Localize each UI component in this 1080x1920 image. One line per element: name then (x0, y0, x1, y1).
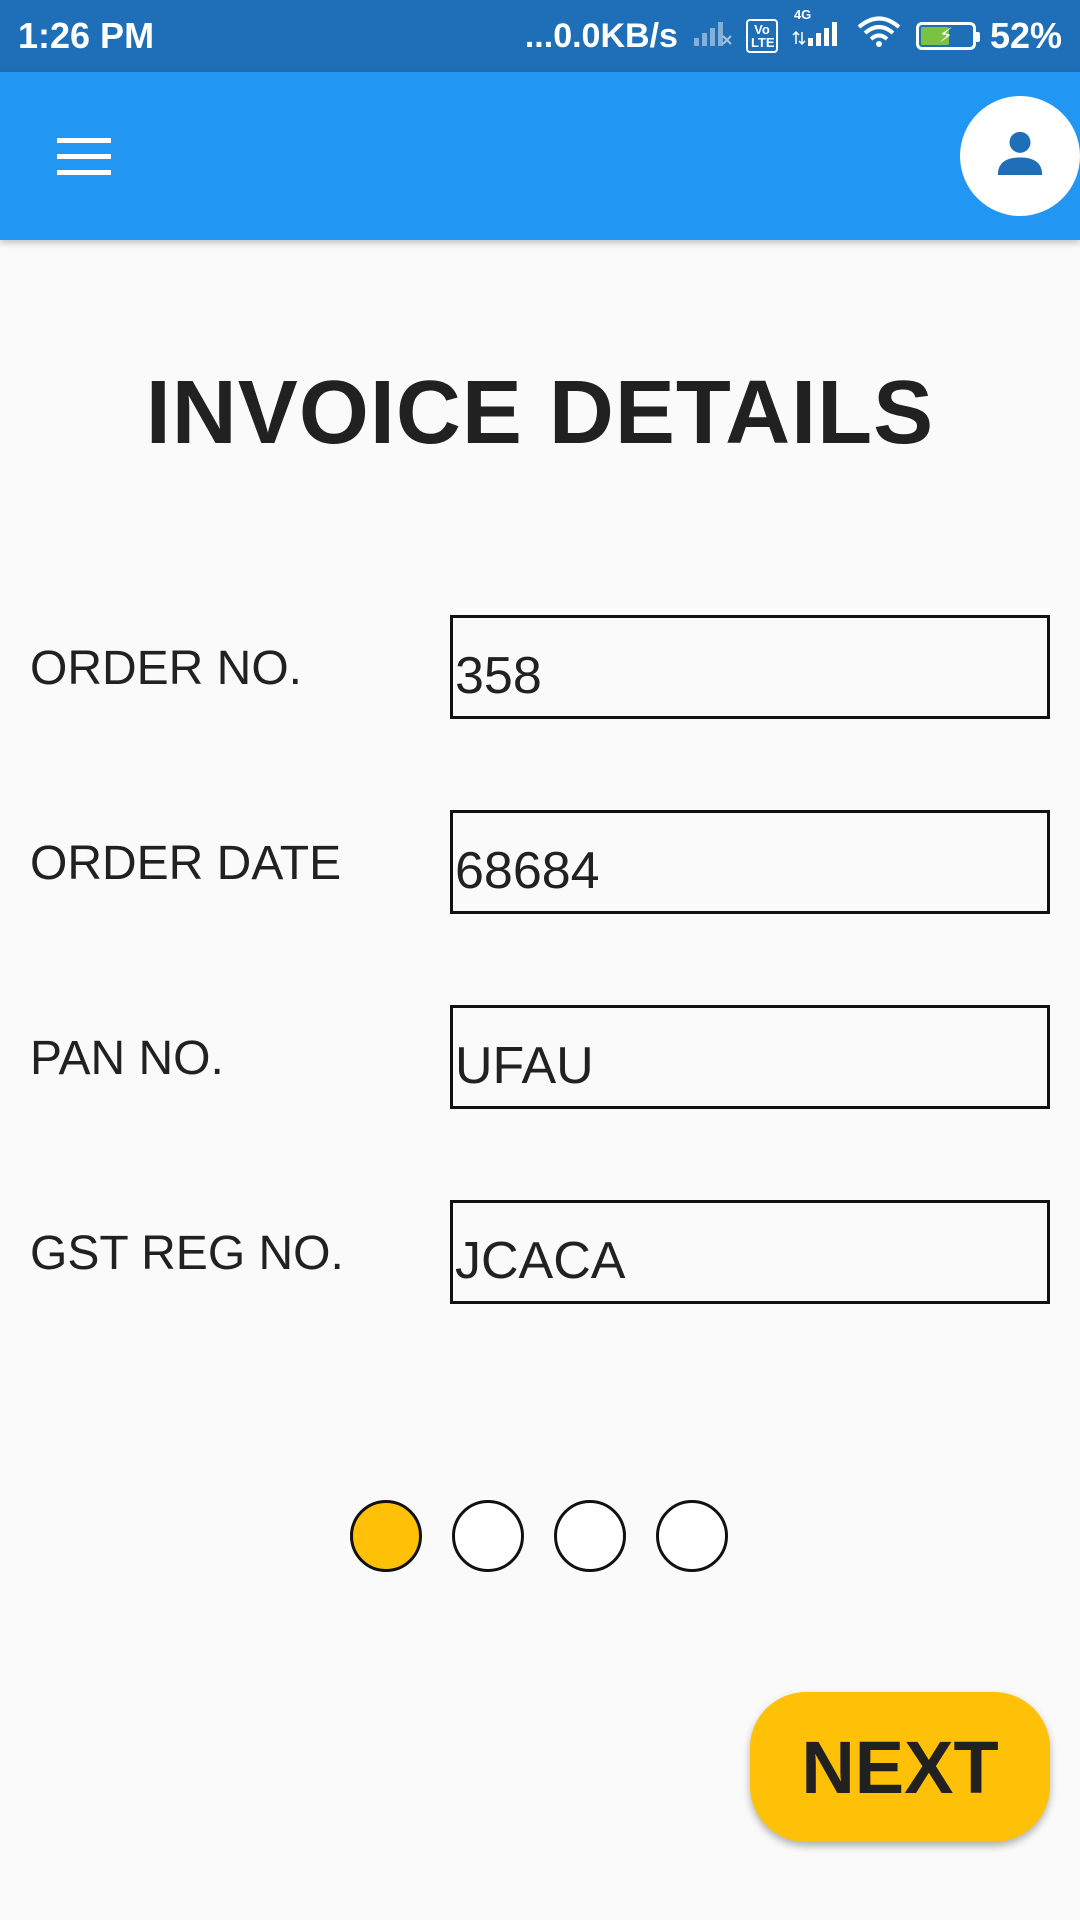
status-bar: 1:26 PM ...0.0KB/s Vo LTE 4G ⚡ 52% (0, 0, 1080, 72)
volte-label: Vo LTE (750, 22, 775, 50)
person-icon (992, 126, 1048, 187)
page-dot[interactable] (554, 1500, 626, 1572)
menu-line (57, 169, 111, 175)
hamburger-menu-icon[interactable] (40, 122, 130, 190)
gst-reg-no-label: GST REG NO. (30, 1227, 344, 1280)
next-button[interactable]: NEXT (750, 1692, 1050, 1842)
gst-reg-no-input[interactable] (450, 1200, 1050, 1304)
form-row-order-no: ORDER NO. (0, 615, 1080, 721)
signal-empty-icon (692, 15, 732, 57)
page-title: INVOICE DETAILS (145, 363, 935, 463)
pan-no-label: PAN NO. (30, 1032, 224, 1085)
status-indicators: ...0.0KB/s Vo LTE 4G ⚡ 52% (524, 7, 1062, 57)
network-speed: ...0.0KB/s (524, 16, 678, 55)
form-row-gst-reg-no: GST REG NO. (0, 1200, 1080, 1306)
volte-icon: Vo LTE (745, 19, 778, 53)
page-dot[interactable] (656, 1500, 728, 1572)
network-type-label: 4G (793, 7, 812, 22)
page-dot[interactable] (452, 1500, 524, 1572)
order-no-label: ORDER NO. (30, 642, 303, 695)
menu-line (57, 137, 111, 143)
order-date-input[interactable] (450, 810, 1050, 914)
page-indicator (0, 1500, 1080, 1572)
page-dot[interactable] (350, 1500, 422, 1572)
battery-percent: 52% (989, 15, 1062, 56)
menu-line (57, 153, 111, 159)
form-row-pan-no: PAN NO. (0, 1005, 1080, 1111)
profile-button[interactable] (960, 96, 1080, 216)
form-row-order-date: ORDER DATE (0, 810, 1080, 916)
app-bar (0, 72, 1080, 240)
status-time: 1:26 PM (18, 15, 155, 56)
bolt-icon: ⚡ (938, 25, 953, 47)
pan-no-input[interactable] (450, 1005, 1050, 1109)
wifi-icon (856, 15, 902, 57)
order-no-input[interactable] (450, 615, 1050, 719)
order-date-label: ORDER DATE (30, 837, 342, 890)
battery-charging-icon: ⚡ (915, 22, 980, 50)
signal-4g-icon: 4G (792, 7, 842, 57)
